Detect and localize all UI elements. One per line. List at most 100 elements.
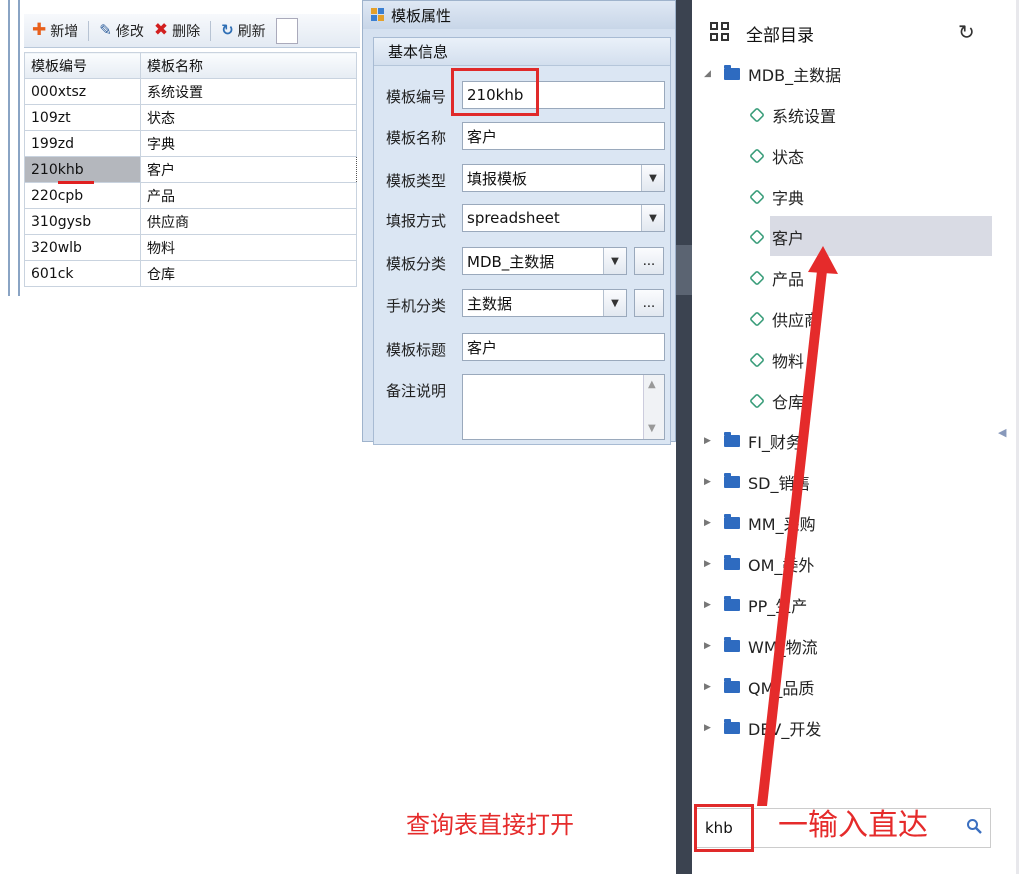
remark-label: 备注说明: [386, 382, 447, 400]
tree-leaf[interactable]: 系统设置: [749, 95, 836, 135]
chevron-down-icon[interactable]: ▼: [603, 290, 626, 316]
collapsed-arrow-icon[interactable]: ▶: [704, 436, 718, 446]
tree-title: 全部目录: [746, 25, 814, 46]
cell-code[interactable]: 210khb: [24, 156, 141, 183]
cell-name[interactable]: 系统设置: [140, 78, 357, 105]
mobile-browse-button[interactable]: ...: [634, 289, 664, 317]
cell-code[interactable]: 109zt: [24, 104, 141, 131]
cell-name[interactable]: 物料: [140, 234, 357, 261]
category-select[interactable]: MDB_主数据 ▼: [462, 247, 627, 275]
refresh-button[interactable]: ↻ 刷新: [221, 21, 266, 41]
title-field[interactable]: 客户: [462, 333, 665, 361]
collapse-handle-icon[interactable]: ◀: [998, 426, 1006, 439]
tree-leaf[interactable]: 字典: [749, 177, 804, 217]
tree-node-folder[interactable]: ▶ WM_物流: [704, 626, 818, 666]
cell-name[interactable]: 状态: [140, 104, 357, 131]
scrollbar[interactable]: ▲ ▼: [643, 375, 664, 439]
highlight-box-search: [694, 804, 754, 852]
tree-node-folder[interactable]: ▶ MM_采购: [704, 503, 816, 543]
code-label: 模板编号: [386, 88, 447, 106]
tree-leaf[interactable]: 状态: [749, 136, 804, 176]
add-button[interactable]: ✚ 新增: [32, 21, 78, 41]
tree-leaf[interactable]: 仓库: [749, 381, 804, 421]
toolbar-search-input[interactable]: [275, 17, 298, 44]
mode-select[interactable]: spreadsheet ▼: [462, 204, 665, 232]
cell-name[interactable]: 客户: [140, 156, 357, 183]
edit-button[interactable]: ✎ 修改: [99, 21, 144, 41]
cell-name[interactable]: 字典: [140, 130, 357, 157]
cube-icon: [749, 311, 765, 327]
folder-icon: [724, 473, 740, 488]
collapsed-arrow-icon[interactable]: ▶: [704, 600, 718, 610]
folder-icon: [724, 596, 740, 611]
cube-icon: [749, 270, 765, 286]
panel-border: [18, 0, 20, 296]
cell-code[interactable]: 220cpb: [24, 182, 141, 209]
chevron-down-icon[interactable]: ▼: [641, 205, 664, 231]
table-row[interactable]: 320wlb 物料: [24, 234, 357, 261]
tree-node-folder[interactable]: ▶ OM_委外: [704, 544, 814, 584]
cell-code[interactable]: 310gysb: [24, 208, 141, 235]
tree-node-mdb[interactable]: ◢ MDB_主数据: [704, 54, 841, 94]
tree-node-folder[interactable]: ▶ FI_财务: [704, 421, 802, 461]
tree-leaf[interactable]: 物料: [749, 340, 804, 380]
delete-button[interactable]: ✖ 删除: [154, 21, 200, 41]
title-label: 模板标题: [386, 341, 447, 359]
properties-title: 模板属性: [391, 6, 452, 25]
mobile-select[interactable]: 主数据 ▼: [462, 289, 627, 317]
table-row[interactable]: 199zd 字典: [24, 130, 357, 157]
table-row[interactable]: 310gysb 供应商: [24, 208, 357, 235]
directory-tree-panel: 全部目录 ↻ ◢ MDB_主数据 系统设置 状态 字典 客户 产品 供应商 物料…: [692, 0, 1019, 874]
tree-leaf[interactable]: 产品: [749, 258, 804, 298]
grid-toolbar: ✚ 新增 ✎ 修改 ✖ 删除 ↻ 刷新: [24, 14, 360, 48]
cell-code[interactable]: 000xtsz: [24, 78, 141, 105]
collapsed-arrow-icon[interactable]: ▶: [704, 682, 718, 692]
tree-node-folder[interactable]: ▶ SD_销售: [704, 462, 810, 502]
category-label: 模板分类: [386, 255, 447, 273]
table-row[interactable]: 000xtsz 系统设置: [24, 78, 357, 105]
tree-leaf-selected[interactable]: 客户: [749, 217, 804, 257]
table-row[interactable]: 109zt 状态: [24, 104, 357, 131]
collapsed-arrow-icon[interactable]: ▶: [704, 559, 718, 569]
cell-name[interactable]: 产品: [140, 182, 357, 209]
remark-textarea[interactable]: ▲ ▼: [462, 374, 665, 440]
category-browse-button[interactable]: ...: [634, 247, 664, 275]
chevron-down-icon[interactable]: ▼: [641, 165, 664, 191]
cube-icon: [749, 107, 765, 123]
scroll-down-icon[interactable]: ▼: [648, 423, 656, 434]
collapsed-arrow-icon[interactable]: ▶: [704, 723, 718, 733]
panel-splitter[interactable]: [676, 0, 692, 874]
tree-node-folder[interactable]: ▶ QM_品质: [704, 667, 814, 707]
cell-name[interactable]: 仓库: [140, 260, 357, 287]
group-header: 基本信息: [374, 38, 670, 66]
search-icon[interactable]: [966, 818, 982, 834]
template-grid: 模板编号 模板名称 000xtsz 系统设置 109zt 状态 199zd 字典 21…: [24, 52, 357, 287]
tree-node-folder[interactable]: ▶ DEV_开发: [704, 708, 821, 748]
collapsed-arrow-icon[interactable]: ▶: [704, 477, 718, 487]
grid-view-icon[interactable]: [710, 22, 732, 44]
cell-code[interactable]: 320wlb: [24, 234, 141, 261]
expanded-arrow-icon[interactable]: ◢: [704, 69, 718, 79]
refresh-icon[interactable]: ↻: [958, 20, 975, 44]
scroll-up-icon[interactable]: ▲: [648, 379, 656, 390]
chevron-down-icon[interactable]: ▼: [603, 248, 626, 274]
tree-node-folder[interactable]: ▶ PP_生产: [704, 585, 807, 625]
collapsed-arrow-icon[interactable]: ▶: [704, 641, 718, 651]
folder-icon: [724, 514, 740, 529]
panel-border: [8, 0, 10, 296]
cube-icon: [749, 189, 765, 205]
folder-icon: [724, 719, 740, 734]
cube-icon: [749, 393, 765, 409]
tree-leaf[interactable]: 供应商: [749, 299, 820, 339]
column-header-name[interactable]: 模板名称: [140, 52, 357, 79]
name-field[interactable]: 客户: [462, 122, 665, 150]
table-row[interactable]: 220cpb 产品: [24, 182, 357, 209]
cell-name[interactable]: 供应商: [140, 208, 357, 235]
table-row-selected[interactable]: 210khb 客户: [24, 156, 357, 183]
type-select[interactable]: 填报模板 ▼: [462, 164, 665, 192]
column-header-code[interactable]: 模板编号: [24, 52, 141, 79]
cell-code[interactable]: 601ck: [24, 260, 141, 287]
table-row[interactable]: 601ck 仓库: [24, 260, 357, 287]
collapsed-arrow-icon[interactable]: ▶: [704, 518, 718, 528]
cell-code[interactable]: 199zd: [24, 130, 141, 157]
